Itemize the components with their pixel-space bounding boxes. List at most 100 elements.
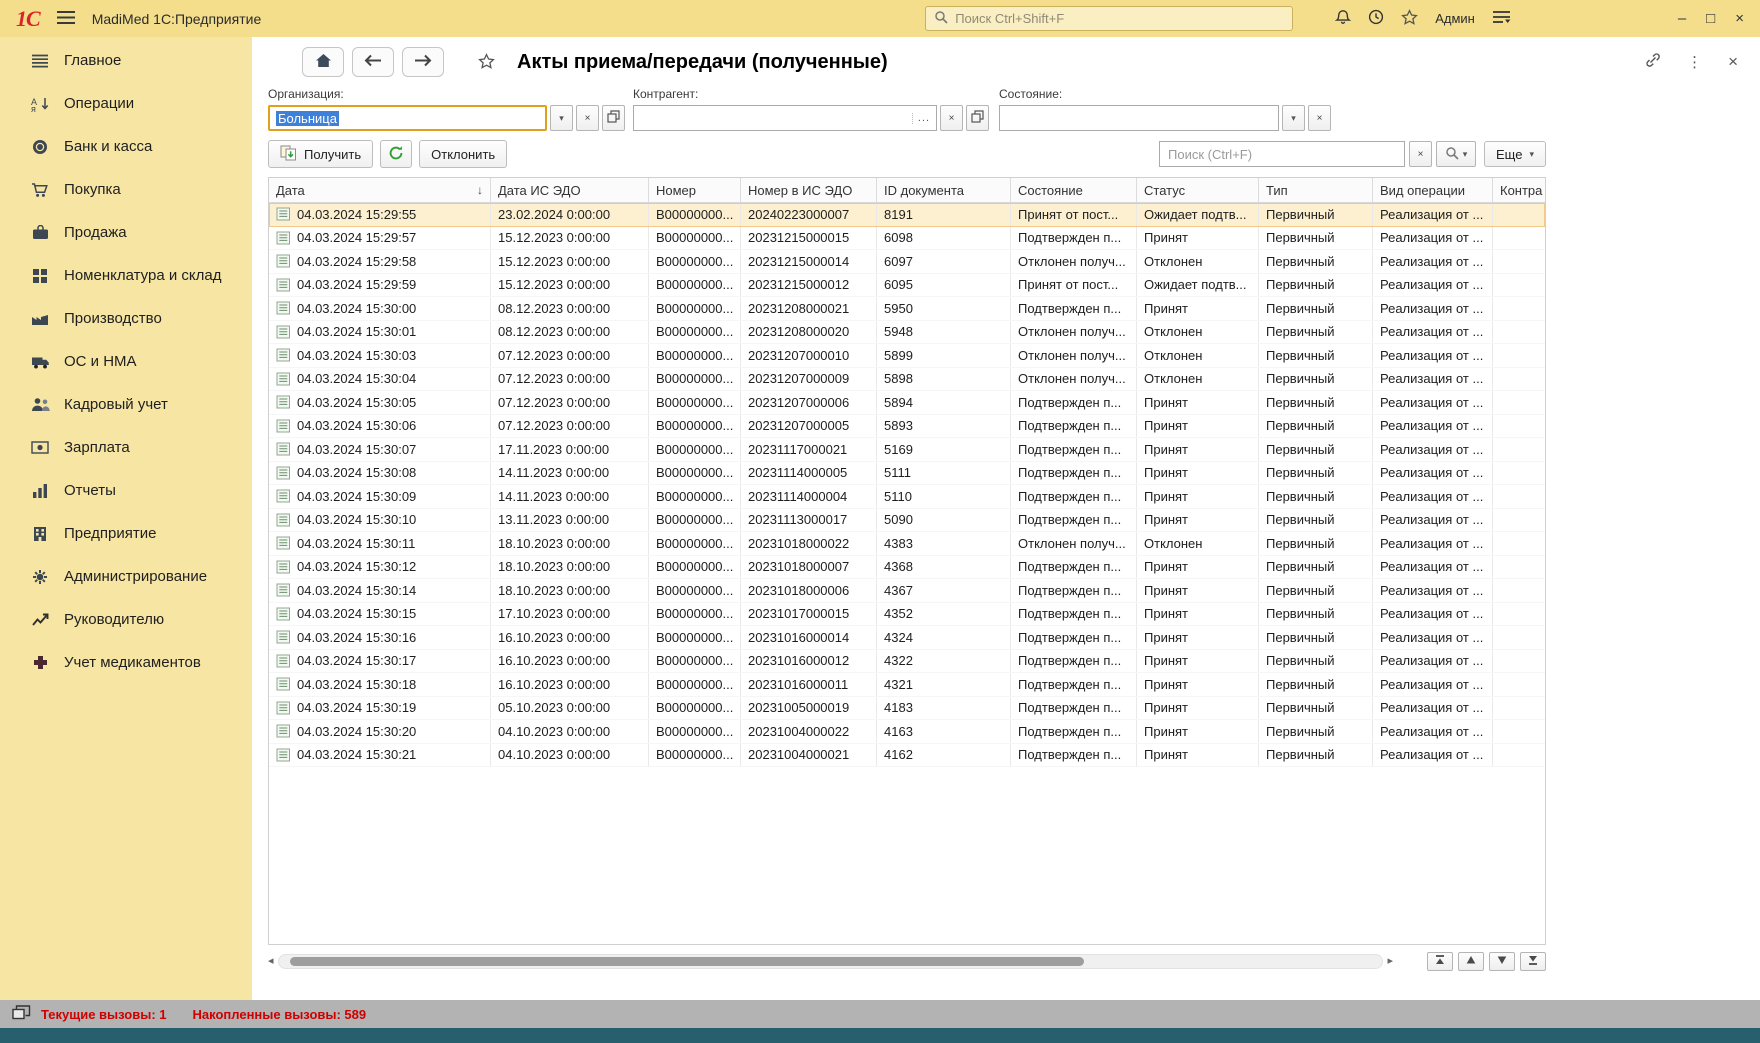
refresh-button[interactable] (380, 140, 412, 168)
table-row[interactable]: 04.03.2024 15:30:1218.10.2023 0:00:00В00… (269, 556, 1545, 580)
main-menu-button[interactable] (56, 10, 76, 28)
sidebar-item-os-i-nma[interactable]: ОС и НМА (0, 340, 252, 383)
list-search-button[interactable]: ▾ (1436, 141, 1476, 167)
column-header-4[interactable]: Номер в ИС ЭДО (741, 178, 877, 202)
list-search-input[interactable]: Поиск (Ctrl+F) (1159, 141, 1405, 167)
contragent-choose-button[interactable]: ... (912, 113, 930, 124)
grid-icon (30, 268, 50, 284)
column-header-2[interactable]: Дата ИС ЭДО (491, 178, 649, 202)
table-row[interactable]: 04.03.2024 15:30:1616.10.2023 0:00:00В00… (269, 626, 1545, 650)
state-dropdown-button[interactable]: ▾ (1282, 105, 1305, 131)
scrollbar-track[interactable] (278, 954, 1384, 969)
table-row[interactable]: 04.03.2024 15:30:0607.12.2023 0:00:00В00… (269, 415, 1545, 439)
table-row[interactable]: 04.03.2024 15:30:0914.11.2023 0:00:00В00… (269, 485, 1545, 509)
global-search-input[interactable]: Поиск Ctrl+Shift+F (925, 6, 1293, 31)
sidebar-item-prodazha[interactable]: Продажа (0, 211, 252, 254)
titlebar: 1С MadiMed 1С:Предприятие Поиск Ctrl+Shi… (0, 0, 1760, 37)
state-clear-button[interactable]: × (1308, 105, 1331, 131)
table-row[interactable]: 04.03.2024 15:30:0108.12.2023 0:00:00В00… (269, 321, 1545, 345)
sidebar-item-bank-i-kassa[interactable]: Банк и касса (0, 125, 252, 168)
table-cell: Отклонен получ... (1011, 321, 1137, 344)
close-window-button[interactable]: × (1735, 11, 1744, 26)
sidebar-item-nomenklatura-i-sklad[interactable]: Номенклатура и склад (0, 254, 252, 297)
table-row[interactable]: 04.03.2024 15:30:0507.12.2023 0:00:00В00… (269, 391, 1545, 415)
table-row[interactable]: 04.03.2024 15:30:1118.10.2023 0:00:00В00… (269, 532, 1545, 556)
organization-clear-button[interactable]: × (576, 105, 599, 131)
sidebar-item-predpriyatie[interactable]: Предприятие (0, 512, 252, 555)
table-row[interactable]: 04.03.2024 15:30:1517.10.2023 0:00:00В00… (269, 603, 1545, 627)
go-down-button[interactable] (1489, 952, 1515, 971)
more-button[interactable]: Еще ▾ (1484, 141, 1546, 167)
table-row[interactable]: 04.03.2024 15:30:2104.10.2023 0:00:00В00… (269, 744, 1545, 768)
column-header-10[interactable]: Контра (1493, 178, 1546, 202)
sidebar-item-otchety[interactable]: Отчеты (0, 469, 252, 512)
sidebar-item-proizvodstvo[interactable]: Производство (0, 297, 252, 340)
organization-field[interactable]: Больница (268, 105, 547, 131)
contragent-field[interactable]: ... (633, 105, 937, 131)
favorites-button[interactable] (1401, 9, 1418, 28)
state-field[interactable] (999, 105, 1279, 131)
table-row[interactable]: 04.03.2024 15:30:0008.12.2023 0:00:00В00… (269, 297, 1545, 321)
contragent-open-button[interactable] (966, 105, 989, 131)
history-button[interactable] (1368, 9, 1384, 28)
column-header-1[interactable]: Дата↓ (269, 178, 491, 202)
table-row[interactable]: 04.03.2024 15:30:1013.11.2023 0:00:00В00… (269, 509, 1545, 533)
column-header-3[interactable]: Номер (649, 178, 741, 202)
user-name[interactable]: Админ (1435, 11, 1475, 26)
add-favorite-button[interactable] (478, 53, 495, 72)
organization-open-button[interactable] (602, 105, 625, 131)
decline-button[interactable]: Отклонить (419, 140, 507, 168)
receive-button[interactable]: Получить (268, 140, 373, 168)
go-bottom-button[interactable] (1520, 952, 1546, 971)
table-row[interactable]: 04.03.2024 15:30:1816.10.2023 0:00:00В00… (269, 673, 1545, 697)
sidebar-item-uchet-medikamentov[interactable]: Учет медикаментов (0, 641, 252, 684)
contragent-clear-button[interactable]: × (940, 105, 963, 131)
table-row[interactable]: 04.03.2024 15:30:1905.10.2023 0:00:00В00… (269, 697, 1545, 721)
home-button[interactable] (302, 47, 344, 77)
table-cell: 5110 (877, 485, 1011, 508)
scroll-left-icon[interactable]: ◂ (268, 956, 274, 967)
table-row[interactable]: 04.03.2024 15:30:0717.11.2023 0:00:00В00… (269, 438, 1545, 462)
column-header-7[interactable]: Статус (1137, 178, 1259, 202)
notifications-button[interactable] (1335, 9, 1351, 28)
go-top-button[interactable] (1427, 952, 1453, 971)
get-link-button[interactable] (1645, 52, 1661, 72)
more-actions-button[interactable]: ⋮ (1687, 53, 1702, 71)
table-cell (1493, 227, 1545, 250)
table-row[interactable]: 04.03.2024 15:30:1418.10.2023 0:00:00В00… (269, 579, 1545, 603)
sidebar-item-rukovoditelyu[interactable]: Руководителю (0, 598, 252, 641)
list-search-clear-button[interactable]: × (1409, 141, 1432, 167)
status-windows-icon[interactable] (12, 1005, 31, 1023)
sidebar-item-zarplata[interactable]: Зарплата (0, 426, 252, 469)
go-up-button[interactable] (1458, 952, 1484, 971)
sidebar-item-administrirovanie[interactable]: Администрирование (0, 555, 252, 598)
sidebar-item-glavnoe[interactable]: Главное (0, 39, 252, 82)
column-header-5[interactable]: ID документа (877, 178, 1011, 202)
back-button[interactable] (352, 47, 394, 77)
sidebar-item-pokupka[interactable]: Покупка (0, 168, 252, 211)
horizontal-scrollbar[interactable]: ◂ ▸ (268, 954, 1393, 969)
sidebar-item-kadrovyj-uchet[interactable]: Кадровый учет (0, 383, 252, 426)
scroll-right-icon[interactable]: ▸ (1387, 956, 1393, 967)
table-row[interactable]: 04.03.2024 15:30:0407.12.2023 0:00:00В00… (269, 368, 1545, 392)
column-header-9[interactable]: Вид операции (1373, 178, 1493, 202)
table-row[interactable]: 04.03.2024 15:29:5915.12.2023 0:00:00В00… (269, 274, 1545, 298)
scrollbar-thumb[interactable] (290, 957, 1085, 966)
column-header-8[interactable]: Тип (1259, 178, 1373, 202)
sidebar-item-operacii[interactable]: АяОперации (0, 82, 252, 125)
forward-button[interactable] (402, 47, 444, 77)
table-row[interactable]: 04.03.2024 15:30:2004.10.2023 0:00:00В00… (269, 720, 1545, 744)
service-menu-button[interactable] (1492, 10, 1511, 27)
maximize-button[interactable]: □ (1706, 11, 1715, 26)
organization-dropdown-button[interactable]: ▾ (550, 105, 573, 131)
table-row[interactable]: 04.03.2024 15:29:5523.02.2024 0:00:00В00… (269, 203, 1545, 227)
titlebar-actions: Админ – □ × (1335, 9, 1744, 28)
column-header-6[interactable]: Состояние (1011, 178, 1137, 202)
minimize-button[interactable]: – (1678, 11, 1686, 26)
table-row[interactable]: 04.03.2024 15:30:0814.11.2023 0:00:00В00… (269, 462, 1545, 486)
table-row[interactable]: 04.03.2024 15:29:5715.12.2023 0:00:00В00… (269, 227, 1545, 251)
close-form-button[interactable]: × (1728, 52, 1738, 72)
table-row[interactable]: 04.03.2024 15:30:1716.10.2023 0:00:00В00… (269, 650, 1545, 674)
table-row[interactable]: 04.03.2024 15:29:5815.12.2023 0:00:00В00… (269, 250, 1545, 274)
table-row[interactable]: 04.03.2024 15:30:0307.12.2023 0:00:00В00… (269, 344, 1545, 368)
